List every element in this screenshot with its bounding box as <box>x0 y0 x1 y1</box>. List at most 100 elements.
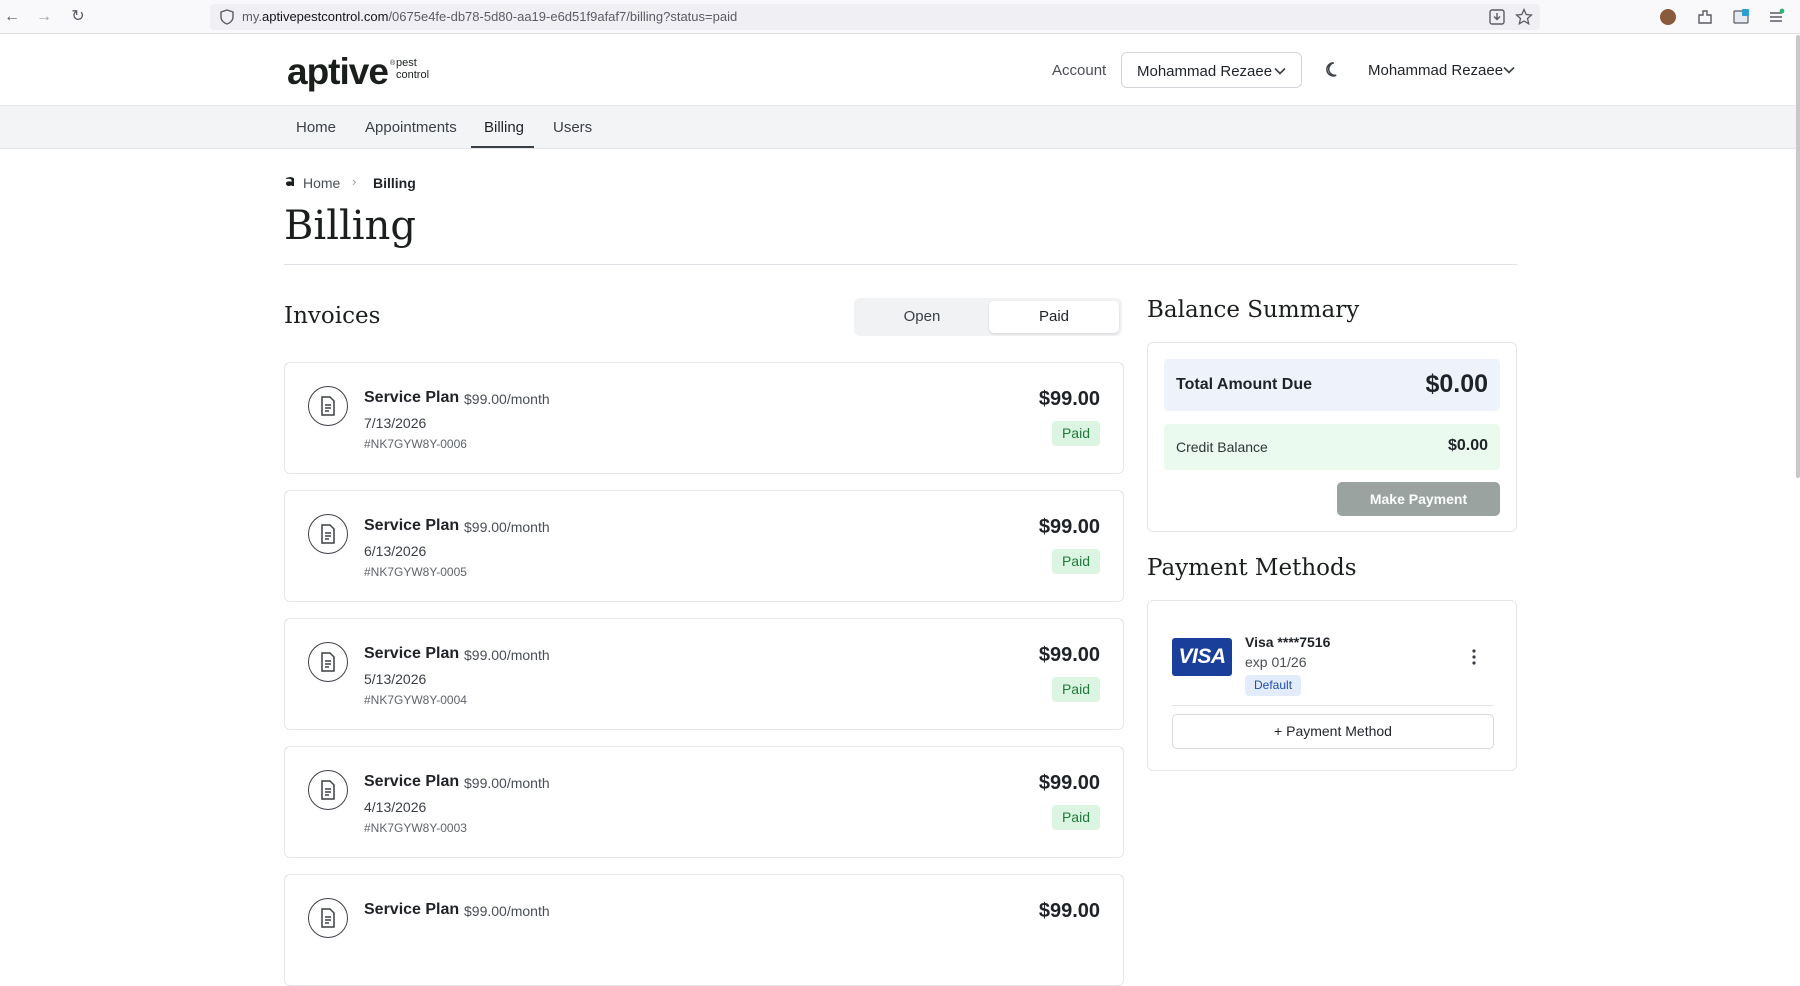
invoice-amount: $99.00 <box>1038 388 1100 410</box>
chevron-down-icon <box>1274 67 1286 75</box>
page-scrollbar[interactable] <box>1796 35 1800 478</box>
document-icon <box>308 770 348 810</box>
document-icon <box>308 642 348 682</box>
balance-summary-title: Balance Summary <box>1147 297 1360 323</box>
invoice-amount: $99.00 <box>1038 644 1100 666</box>
total-due-value: $0.00 <box>1425 370 1488 398</box>
url-text[interactable]: my.aptivepestcontrol.com/0675e4fe-db78-5… <box>242 9 737 24</box>
invoice-date: 7/13/2026 <box>364 415 427 431</box>
payment-methods-divider <box>1172 705 1494 706</box>
invoice-status-filter: Open Paid <box>854 298 1122 336</box>
payment-methods-title: Payment Methods <box>1147 555 1357 581</box>
document-icon <box>308 898 348 938</box>
tab-billing[interactable]: Billing <box>484 119 524 136</box>
avatar-icon[interactable] <box>1660 9 1676 25</box>
invoice-number: #NK7GYW8Y-0004 <box>364 693 467 707</box>
account-label: Account <box>1052 62 1107 79</box>
document-icon <box>308 514 348 554</box>
logo-subtitle: pest control <box>396 57 429 81</box>
invoice-title: Service Plan <box>364 389 460 406</box>
invoice-rate: $99.00/month <box>464 519 550 535</box>
card-name: Visa ****7516 <box>1245 634 1331 650</box>
invoice-number: #NK7GYW8Y-0006 <box>364 437 467 451</box>
invoice-card[interactable]: Service Plan $99.00/month 6/13/2026 #NK7GYW… <box>284 490 1124 602</box>
invoice-rate: $99.00/month <box>464 647 550 663</box>
extensions-icon[interactable] <box>1695 7 1715 27</box>
chevron-down-icon <box>1503 66 1515 74</box>
status-badge: Paid <box>1051 677 1100 702</box>
make-payment-button[interactable]: Make Payment <box>1337 482 1500 516</box>
document-icon <box>308 386 348 426</box>
credit-balance-row: Credit Balance $0.00 <box>1164 424 1500 470</box>
star-icon[interactable] <box>1515 8 1533 26</box>
tab-appointments[interactable]: Appointments <box>365 119 457 136</box>
reload-icon[interactable]: ↻ <box>68 7 88 27</box>
invoice-rate: $99.00/month <box>464 903 550 919</box>
invoice-amount: $99.00 <box>1038 772 1100 794</box>
invoice-card[interactable]: Service Plan $99.00/month $99.00 <box>284 874 1124 986</box>
total-due-label: Total Amount Due <box>1176 376 1312 393</box>
address-bar[interactable]: my.aptivepestcontrol.com/0675e4fe-db78-5… <box>210 4 1540 30</box>
site-header: aptive ® pest control Account Mohammad R… <box>0 35 1796 106</box>
status-badge: Paid <box>1051 805 1100 830</box>
menu-icon[interactable] <box>1766 7 1786 27</box>
main-nav: Home Appointments Billing Users <box>0 106 1796 149</box>
logo-sub-line-1: pest <box>396 57 417 69</box>
url-domain: aptivepestcontrol.com <box>261 9 389 24</box>
credit-balance-label: Credit Balance <box>1176 439 1268 455</box>
invoice-date: 6/13/2026 <box>364 543 427 559</box>
status-badge: Paid <box>1051 421 1100 446</box>
default-badge: Default <box>1245 675 1302 696</box>
page-title: Billing <box>284 203 416 249</box>
balance-summary-card: Total Amount Due $0.00 Credit Balance $0… <box>1147 342 1517 532</box>
url-path: /0675e4fe-db78-5d80-aa19-e6d51f9afaf7/bi… <box>388 9 738 24</box>
credit-balance-value: $0.00 <box>1447 437 1488 454</box>
invoices-title: Invoices <box>284 303 381 329</box>
back-icon[interactable]: ← <box>2 7 22 27</box>
filter-open[interactable]: Open <box>857 301 987 333</box>
logo-sub-line-2: control <box>396 69 430 81</box>
tab-users[interactable]: Users <box>553 119 592 136</box>
total-due-row: Total Amount Due $0.00 <box>1164 359 1500 411</box>
invoice-number: #NK7GYW8Y-0005 <box>364 565 467 579</box>
invoice-title: Service Plan <box>364 773 460 790</box>
moon-icon[interactable] <box>1325 61 1343 79</box>
payment-methods-card: VISA Visa ****7516 exp 01/26 Default + P… <box>1147 600 1517 771</box>
account-select-value: Mohammad Rezaee <box>1137 63 1273 80</box>
forward-icon[interactable]: → <box>34 7 54 27</box>
status-badge: Paid <box>1051 549 1100 574</box>
invoice-amount: $99.00 <box>1038 516 1100 538</box>
breadcrumb-current: Billing <box>373 175 416 191</box>
filter-paid[interactable]: Paid <box>989 301 1119 333</box>
invoice-title: Service Plan <box>364 517 460 534</box>
invoice-date: 4/13/2026 <box>364 799 427 815</box>
invoice-title: Service Plan <box>364 645 460 662</box>
breadcrumb-home[interactable]: Home <box>303 175 340 191</box>
shield-icon[interactable] <box>220 9 234 25</box>
user-name: Mohammad Rezaee <box>1368 62 1504 79</box>
visa-logo: VISA <box>1172 638 1232 676</box>
kebab-icon[interactable] <box>1468 647 1480 667</box>
invoice-card[interactable]: Service Plan $99.00/month 4/13/2026 #NK7GYW… <box>284 746 1124 858</box>
browser-toolbar: ← → ↻ my.aptivepestcontrol.com/0675e4fe-… <box>0 0 1800 34</box>
invoice-card[interactable]: Service Plan $99.00/month 5/13/2026 #NK7GYW… <box>284 618 1124 730</box>
logo[interactable]: aptive <box>287 51 389 93</box>
tab-home[interactable]: Home <box>296 119 336 136</box>
breadcrumb-separator: › <box>352 174 357 189</box>
download-icon[interactable] <box>1488 8 1506 26</box>
invoice-rate: $99.00/month <box>464 391 550 407</box>
add-payment-method-button[interactable]: + Payment Method <box>1172 714 1494 749</box>
invoice-card[interactable]: Service Plan $99.00/month 7/13/2026 #NK7GYW… <box>284 362 1124 474</box>
invoice-date: 5/13/2026 <box>364 671 427 687</box>
sidebar-icon[interactable] <box>1731 7 1751 27</box>
home-logo-icon[interactable] <box>284 175 296 187</box>
logo-registered-mark: ® <box>390 60 396 67</box>
card-expiry: exp 01/26 <box>1245 654 1307 670</box>
title-divider <box>284 264 1517 265</box>
active-tab-indicator <box>471 146 534 148</box>
invoice-number: #NK7GYW8Y-0003 <box>364 821 467 835</box>
user-menu[interactable]: Mohammad Rezaee <box>1368 52 1518 88</box>
url-prefix: my. <box>242 9 262 24</box>
invoice-title: Service Plan <box>364 901 460 918</box>
account-select[interactable]: Mohammad Rezaee <box>1121 52 1302 88</box>
